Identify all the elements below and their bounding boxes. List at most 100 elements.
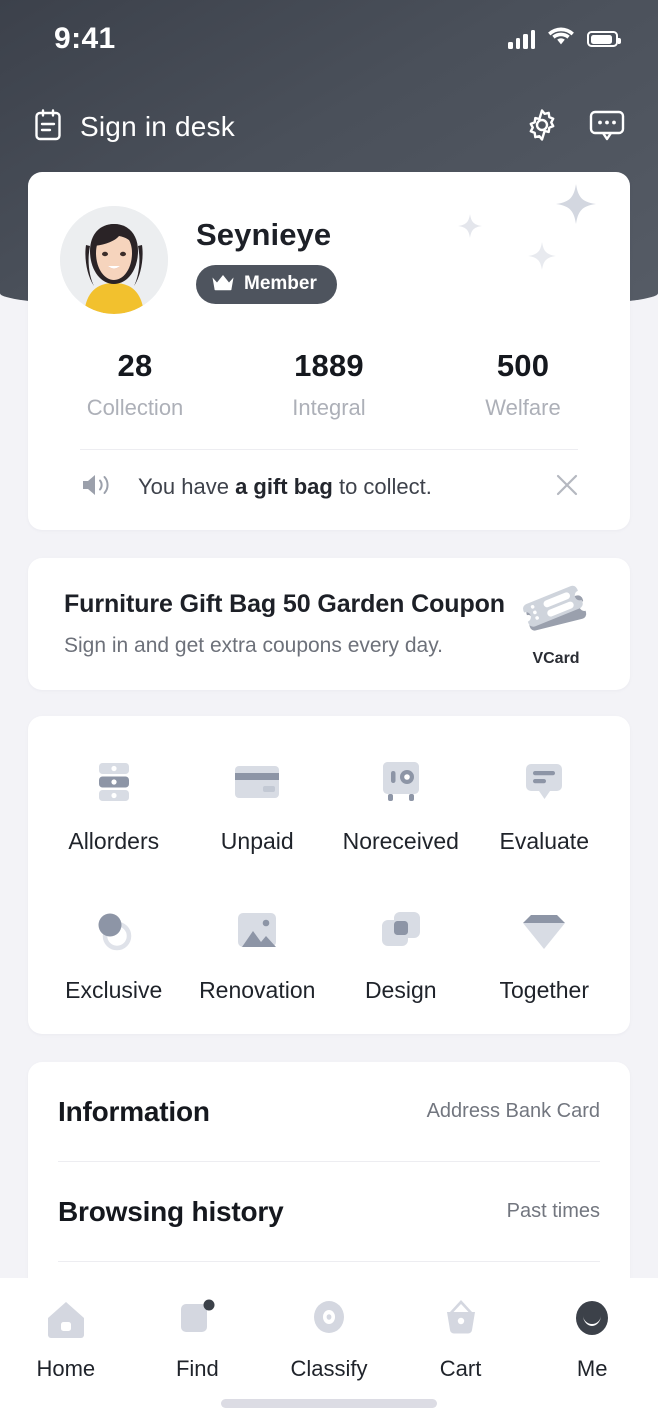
- coupon-card[interactable]: Furniture Gift Bag 50 Garden Coupon Sign…: [28, 558, 630, 690]
- profile-card: Seynieye Member 28 Collection 1889 Integ…: [28, 172, 630, 530]
- list-item-meta: Past times: [506, 1200, 600, 1222]
- tab-label: Cart: [439, 1356, 482, 1381]
- status-badge-label: Member: [244, 273, 317, 294]
- gear-icon[interactable]: [524, 107, 560, 148]
- tab-home[interactable]: Home: [0, 1296, 132, 1382]
- diamond-icon: [519, 905, 569, 957]
- grid-item-design[interactable]: Design: [329, 905, 473, 1004]
- grid-item-exclusive[interactable]: Exclusive: [42, 905, 186, 1004]
- coupon-subtitle: Sign in and get extra coupons every day.: [64, 634, 444, 657]
- nav-bar-left: Sign in desk: [30, 107, 235, 148]
- signal-bars-icon: [508, 29, 535, 49]
- grid-item-label: Evaluate: [499, 828, 589, 854]
- nav-bar-right: [524, 107, 626, 148]
- coupon-title: Furniture Gift Bag 50 Garden Coupon: [64, 590, 505, 618]
- grid-item-label: Noreceived: [342, 828, 459, 854]
- image-icon: [234, 905, 280, 957]
- list-item-meta: Address Bank Card: [426, 1100, 600, 1122]
- notice-highlight: a gift bag: [235, 474, 333, 499]
- cart-icon: [439, 1296, 483, 1342]
- stat-value: 28: [117, 348, 153, 383]
- user-name: Seynieye: [196, 216, 332, 252]
- status-icons: [508, 27, 621, 51]
- home-icon: [44, 1296, 88, 1342]
- stat-welfare[interactable]: 500 Welfare: [426, 348, 620, 421]
- find-icon: [175, 1296, 219, 1342]
- tab-classify[interactable]: Classify: [263, 1296, 395, 1382]
- grid-item-unpaid[interactable]: Unpaid: [186, 756, 330, 855]
- coupon-text: Furniture Gift Bag 50 Garden Coupon Sign…: [64, 590, 508, 658]
- battery-icon: [587, 31, 621, 47]
- stats-row: 28 Collection 1889 Integral 500 Welfare: [28, 348, 630, 421]
- clipboard-icon: [30, 107, 66, 148]
- me-icon: [570, 1296, 614, 1342]
- status-badge[interactable]: Member: [196, 264, 337, 304]
- quick-actions-grid: Allorders Unpaid Noreceived Evaluate Exc…: [28, 716, 630, 1034]
- avatar[interactable]: [60, 206, 168, 314]
- notice-bar: You have a gift bag to collect.: [28, 450, 630, 524]
- tab-label: Me: [576, 1356, 608, 1381]
- list-item[interactable]: Information Address Bank Card: [58, 1062, 600, 1162]
- coupon-icon-wrap: VCard: [508, 581, 604, 668]
- notice-suffix: to collect.: [332, 474, 432, 499]
- tab-label: Classify: [290, 1356, 368, 1381]
- tab-label: Home: [36, 1356, 96, 1381]
- grid-item-label: Unpaid: [220, 828, 294, 854]
- sparkle-icon: [458, 214, 482, 243]
- speaker-icon: [80, 471, 114, 504]
- list-item-title: Information: [58, 1095, 210, 1127]
- bottom-tab-bar: Home Find Classify Cart Me: [0, 1278, 658, 1425]
- grid-row: Allorders Unpaid Noreceived Evaluate: [42, 756, 616, 855]
- grid-item-allorders[interactable]: Allorders: [42, 756, 186, 855]
- message-bubble-icon[interactable]: [588, 108, 626, 147]
- grid-item-noreceived[interactable]: Noreceived: [329, 756, 473, 855]
- stat-collection[interactable]: 28 Collection: [38, 348, 232, 421]
- home-indicator[interactable]: [221, 1399, 437, 1408]
- grid-item-renovation[interactable]: Renovation: [186, 905, 330, 1004]
- stat-value: 1889: [294, 348, 364, 383]
- stat-label: Integral: [292, 395, 366, 420]
- phone-screen: 9:41 Sign in desk Seynieye Member 28 Col…: [0, 0, 658, 1425]
- grid-item-label: Together: [499, 977, 589, 1003]
- tab-cart[interactable]: Cart: [395, 1296, 527, 1382]
- list-item[interactable]: Browsing history Past times: [58, 1162, 600, 1262]
- stat-label: Welfare: [485, 395, 561, 420]
- wifi-icon: [548, 27, 574, 51]
- grid-item-label: Design: [364, 977, 437, 1003]
- stat-value: 500: [496, 348, 550, 383]
- sparkle-icon: [556, 184, 596, 229]
- layers-icon: [378, 905, 424, 957]
- tab-find[interactable]: Find: [132, 1296, 264, 1382]
- ticket-icon: [518, 585, 594, 647]
- coupon-icon-label: VCard: [532, 649, 580, 667]
- grid-item-label: Renovation: [199, 977, 316, 1003]
- crown-icon: [211, 273, 235, 296]
- tab-me[interactable]: Me: [526, 1296, 658, 1382]
- stat-integral[interactable]: 1889 Integral: [232, 348, 426, 421]
- stat-label: Collection: [86, 395, 184, 420]
- circles-icon: [91, 905, 137, 957]
- notice-prefix: You have: [138, 474, 236, 499]
- grid-item-evaluate[interactable]: Evaluate: [473, 756, 617, 855]
- grid-item-together[interactable]: Together: [473, 905, 617, 1004]
- grid-item-label: Exclusive: [65, 977, 163, 1003]
- grid-row: Exclusive Renovation Design Together: [42, 905, 616, 1004]
- status-bar: 9:41: [0, 0, 658, 78]
- list-item-title: Browsing history: [58, 1195, 284, 1227]
- comment-icon: [521, 756, 567, 808]
- profile-header: Seynieye Member: [28, 172, 630, 314]
- coupon-inner: Furniture Gift Bag 50 Garden Coupon Sign…: [28, 558, 630, 690]
- classify-icon: [307, 1296, 351, 1342]
- status-time: 9:41: [54, 22, 116, 55]
- page-title: Sign in desk: [80, 111, 235, 142]
- notice-text: You have a gift bag to collect.: [138, 474, 552, 500]
- tab-label: Find: [175, 1356, 219, 1381]
- grid-item-label: Allorders: [68, 828, 160, 854]
- nav-bar: Sign in desk: [0, 96, 658, 158]
- sparkle-icon: [528, 242, 556, 275]
- profile-identity: Seynieye Member: [196, 217, 337, 304]
- credit-card-icon: [232, 756, 282, 808]
- close-icon[interactable]: [552, 470, 582, 505]
- orders-list-icon: [90, 756, 138, 808]
- safe-box-icon: [378, 756, 424, 808]
